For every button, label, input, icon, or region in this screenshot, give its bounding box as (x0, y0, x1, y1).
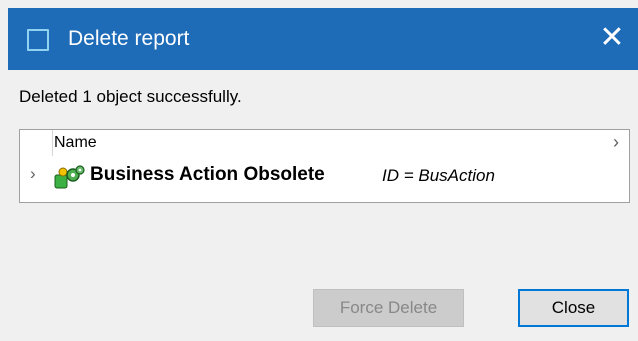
column-chevron-icon[interactable]: › (613, 132, 619, 152)
delete-report-dialog: Delete report ✕ Deleted 1 object success… (0, 0, 638, 341)
object-id: ID = BusAction (382, 166, 495, 185)
window-title: Delete report (68, 27, 190, 50)
status-message: Deleted 1 object successfully. (19, 87, 242, 106)
window-icon (27, 29, 49, 51)
tree-header: Name › (20, 130, 629, 156)
results-tree: Name › › Business Action Obsolete ID = B… (19, 129, 630, 203)
tree-header-gutter (20, 130, 53, 156)
column-header-name[interactable]: Name (54, 133, 97, 153)
business-action-icon (53, 163, 87, 189)
expand-chevron-icon[interactable]: › (30, 163, 36, 185)
tree-row[interactable]: › Business Action Obsolete ID = BusActio… (20, 157, 629, 191)
title-bar: Delete report ✕ (8, 8, 638, 70)
close-button[interactable]: Close (518, 289, 629, 327)
object-name: Business Action Obsolete (90, 164, 325, 185)
close-icon[interactable]: ✕ (598, 21, 626, 55)
force-delete-button[interactable]: Force Delete (313, 289, 464, 327)
